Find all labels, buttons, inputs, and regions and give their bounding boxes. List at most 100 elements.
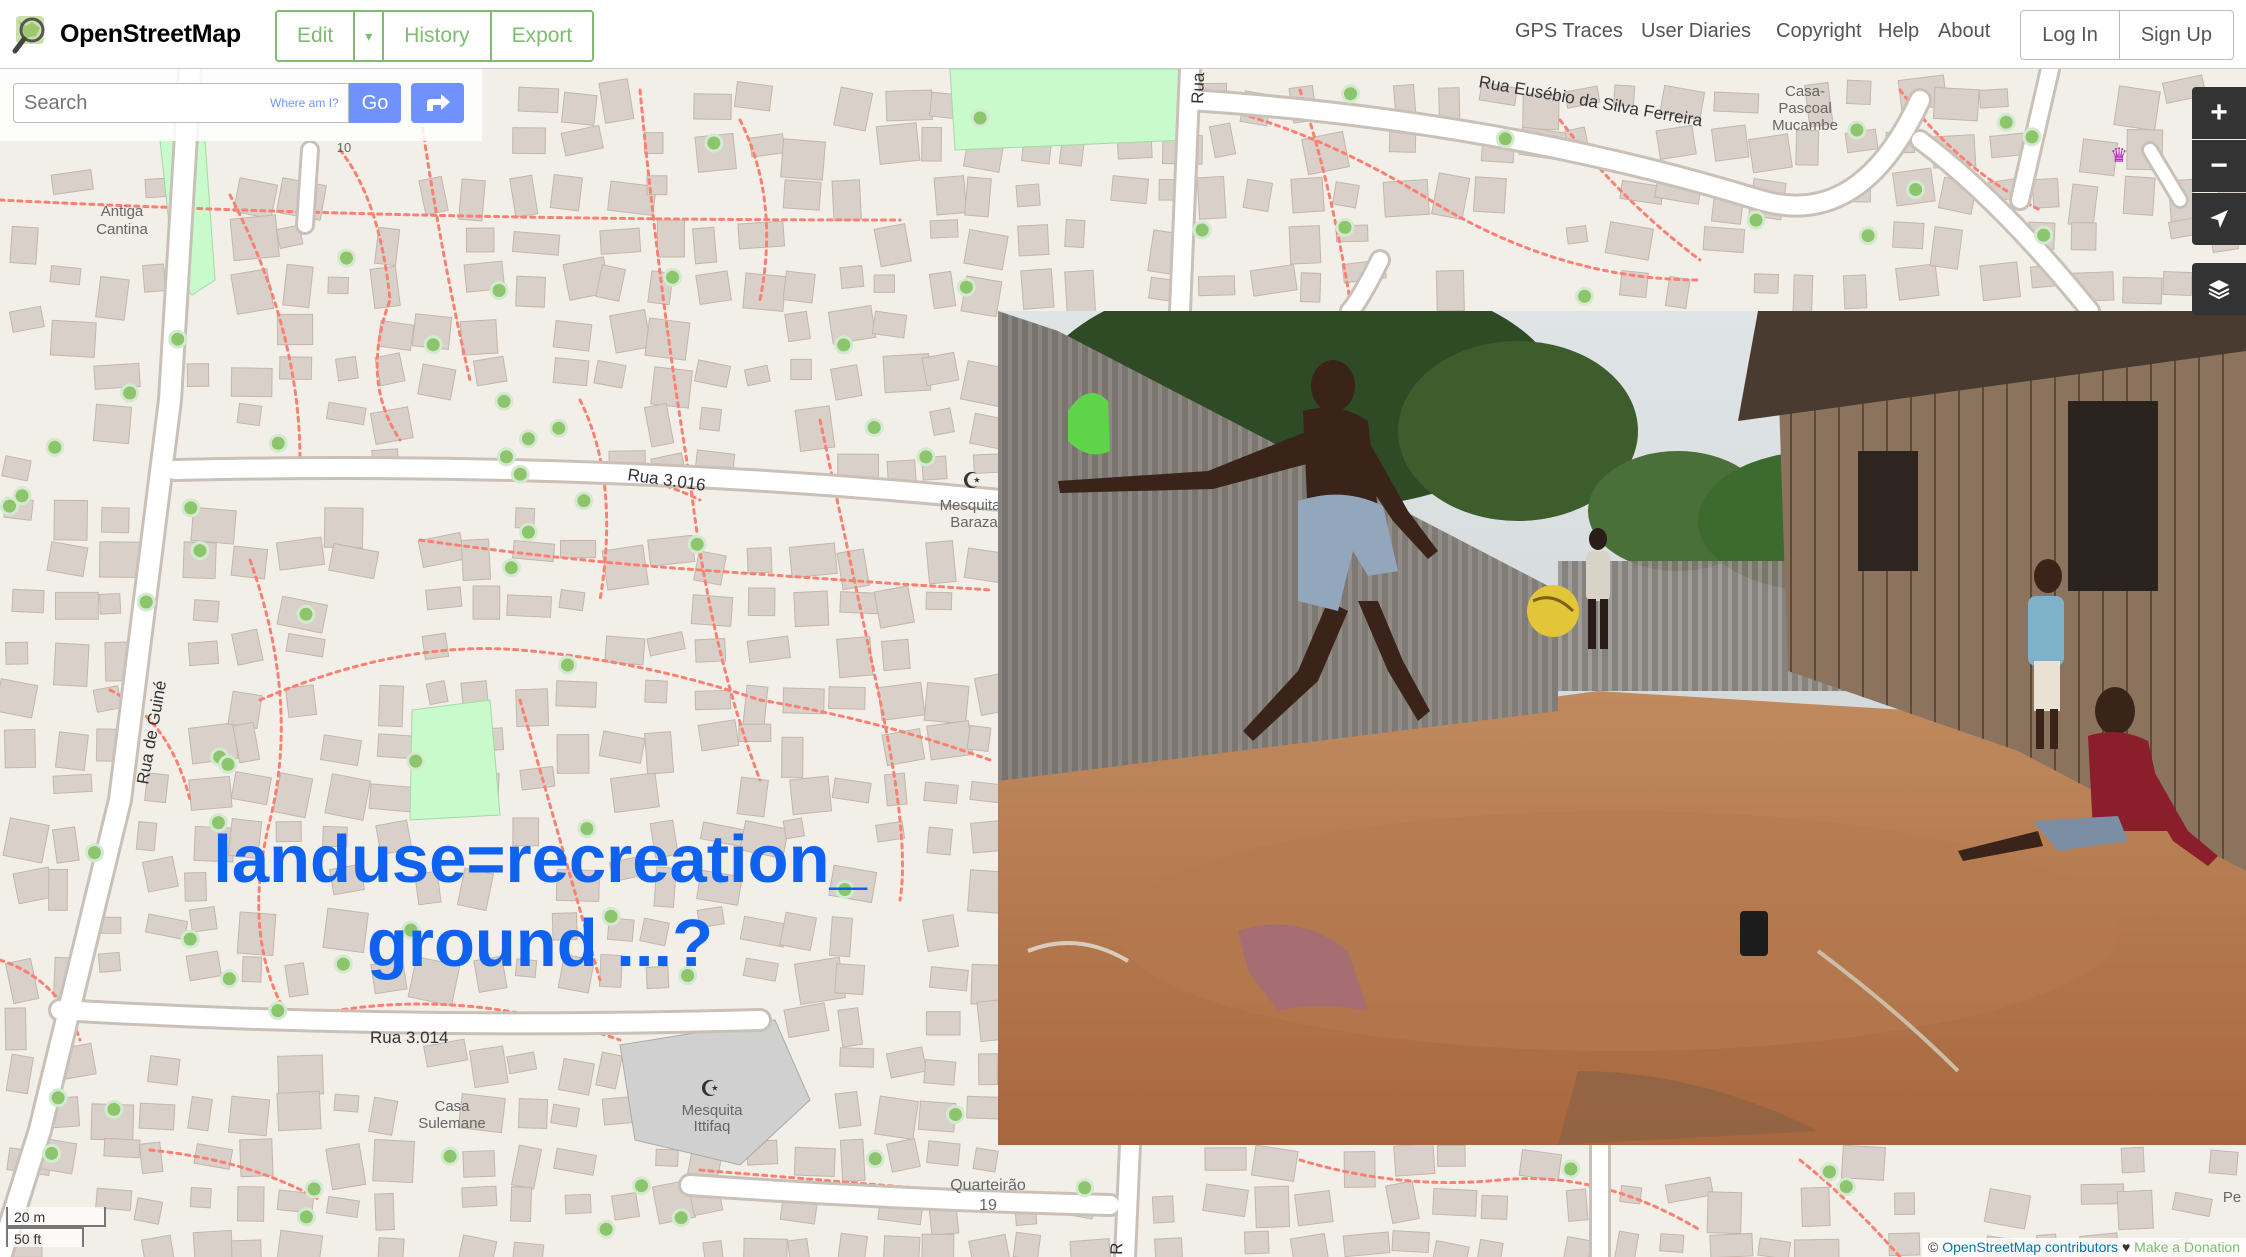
nav-help[interactable]: Help [1878, 20, 1919, 43]
poi-label: Pe [2223, 1189, 2241, 1206]
login-button[interactable]: Log In [2021, 11, 2120, 59]
building [9, 225, 39, 265]
building [368, 783, 417, 813]
building [1020, 268, 1055, 310]
history-button[interactable]: History [384, 12, 492, 60]
building [462, 1150, 496, 1178]
building [186, 363, 210, 388]
building [1242, 178, 1274, 213]
building [1840, 1144, 1886, 1181]
osm-contributors-link[interactable]: OpenStreetMap contributors [1942, 1239, 2118, 1255]
building [964, 176, 992, 218]
building [421, 632, 450, 661]
building [1197, 275, 1236, 297]
signup-button[interactable]: Sign Up [2120, 11, 2233, 59]
building [2208, 1149, 2239, 1176]
building [882, 1235, 921, 1257]
building [926, 720, 974, 761]
zoom-out-button[interactable]: − [2192, 140, 2246, 192]
building [598, 78, 635, 124]
tree-marker [970, 108, 990, 128]
building [787, 1238, 811, 1257]
search-panel: Where am I? Go [0, 69, 482, 141]
building [192, 599, 220, 623]
building [1432, 1187, 1478, 1217]
directions-button[interactable] [411, 83, 464, 123]
building [276, 1090, 322, 1132]
building [1472, 176, 1507, 214]
mosque-icon: ☪ [962, 469, 982, 494]
building [284, 684, 318, 719]
tree-marker [181, 498, 201, 518]
landuse-caption: landuse=recreation_ ground ...? [100, 818, 980, 986]
building [1894, 1192, 1916, 1216]
building [461, 1185, 498, 1208]
building [188, 775, 233, 811]
building [272, 772, 314, 819]
where-am-i-link[interactable]: Where am I? [270, 96, 339, 110]
tree-marker [489, 281, 509, 300]
osm-logo[interactable]: OpenStreetMap [12, 10, 241, 58]
layers-button[interactable] [2192, 263, 2246, 315]
building [279, 356, 313, 381]
building [644, 731, 675, 775]
building [833, 86, 874, 132]
building [275, 536, 326, 571]
scale-imperial: 50 ft [6, 1227, 84, 1247]
building [53, 499, 89, 541]
building [187, 1096, 213, 1132]
building [831, 179, 862, 222]
app-name: OpenStreetMap [60, 19, 241, 48]
building [515, 688, 550, 727]
building [4, 1007, 27, 1051]
locate-icon [2210, 210, 2228, 228]
building [839, 1047, 875, 1068]
building [3, 728, 37, 769]
building [1978, 88, 2009, 109]
donate-link[interactable]: Make a Donation [2134, 1239, 2240, 1255]
building [374, 1192, 395, 1231]
tree-marker [916, 447, 936, 467]
building [2116, 1189, 2154, 1231]
nav-gps-traces[interactable]: GPS Traces [1515, 20, 1623, 43]
tree-marker [946, 1105, 965, 1124]
building [1713, 91, 1760, 114]
building [874, 1095, 919, 1141]
nav-about[interactable]: About [1938, 20, 1990, 43]
nav-user-diaries[interactable]: User Diaries [1641, 20, 1751, 43]
building [5, 641, 29, 665]
building [1250, 1144, 1299, 1182]
tree-marker [1847, 120, 1867, 140]
tree-marker [1335, 217, 1355, 237]
building [830, 364, 863, 401]
building [1748, 133, 1793, 174]
building [610, 1191, 641, 1221]
tree-marker [1858, 226, 1878, 246]
building [142, 263, 167, 293]
building [1565, 224, 1589, 245]
locate-button[interactable] [2192, 193, 2246, 245]
export-button[interactable]: Export [491, 12, 593, 60]
building [2067, 183, 2099, 228]
building [780, 138, 826, 181]
building [512, 127, 547, 155]
tree-marker [296, 1207, 316, 1227]
building [230, 771, 272, 806]
edit-dropdown-button[interactable]: ▾ [355, 12, 385, 60]
zoom-in-button[interactable]: + [2192, 87, 2246, 139]
tree-marker [2034, 225, 2054, 245]
street-label: R [1107, 1242, 1126, 1255]
tree-marker [864, 418, 884, 437]
building [46, 541, 89, 578]
go-button[interactable]: Go [349, 83, 401, 123]
edit-button[interactable]: Edit [277, 12, 356, 60]
nav-copyright[interactable]: Copyright [1776, 20, 1862, 43]
building [1331, 181, 1360, 209]
building [564, 1193, 592, 1215]
building [319, 734, 363, 767]
tree-marker [42, 1143, 62, 1163]
building [1110, 175, 1150, 205]
building [229, 214, 280, 262]
tree-marker [549, 418, 569, 438]
building [333, 1093, 360, 1113]
